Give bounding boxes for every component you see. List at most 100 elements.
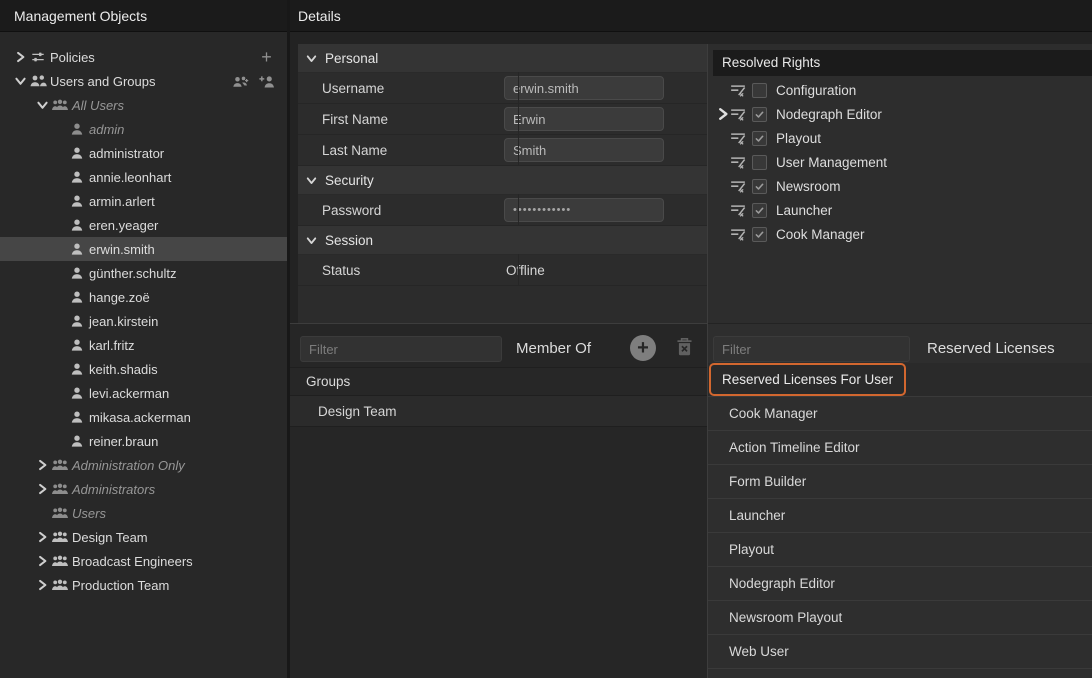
- license-row-web-user[interactable]: Web User: [708, 635, 1092, 669]
- right-checkbox[interactable]: [752, 179, 767, 194]
- management-objects-header: Management Objects: [0, 0, 287, 32]
- tree-item-hange-zo-[interactable]: hange.zoë: [0, 285, 287, 309]
- tree-item-annie-leonhart[interactable]: annie.leonhart: [0, 165, 287, 189]
- tree-item-label: Production Team: [72, 578, 169, 593]
- password-input[interactable]: [504, 198, 664, 222]
- chevron-spacer: [716, 205, 730, 216]
- license-row-action-timeline-editor[interactable]: Action Timeline Editor: [708, 431, 1092, 465]
- chevron-spacer: [34, 507, 51, 519]
- rights-item-newsroom[interactable]: Newsroom: [708, 174, 1092, 198]
- groups-filter-input[interactable]: [300, 336, 502, 362]
- tree-item-design-team[interactable]: Design Team: [0, 525, 287, 549]
- tree-item-administrator[interactable]: administrator: [0, 141, 287, 165]
- right-checkbox[interactable]: [752, 155, 767, 170]
- tree-item-karl-fritz[interactable]: karl.fritz: [0, 333, 287, 357]
- reserved-licenses-title: Reserved Licenses: [927, 336, 1055, 362]
- section-header-session[interactable]: Session: [298, 226, 707, 255]
- license-row-nodegraph-editor[interactable]: Nodegraph Editor: [708, 567, 1092, 601]
- add-member-button[interactable]: +: [630, 335, 656, 361]
- reserved-licenses-panel: Reserved Licenses Reserved Licenses For …: [708, 324, 1092, 678]
- rights-item-nodegraph-editor[interactable]: Nodegraph Editor: [708, 102, 1092, 126]
- group-icon: [51, 578, 69, 592]
- rights-item-launcher[interactable]: Launcher: [708, 198, 1092, 222]
- tree-item-admin[interactable]: admin: [0, 117, 287, 141]
- resolved-rights-panel: Resolved Rights ConfigurationNodegraph E…: [708, 44, 1092, 323]
- tree-item-administrators[interactable]: Administrators: [0, 477, 287, 501]
- tree-item-label: eren.yeager: [89, 218, 158, 233]
- rights-item-cook-manager[interactable]: Cook Manager: [708, 222, 1092, 246]
- chevron-right-icon[interactable]: [34, 531, 51, 543]
- chevron-right-icon[interactable]: [716, 109, 730, 120]
- tree-item-broadcast-engineers[interactable]: Broadcast Engineers: [0, 549, 287, 573]
- tree-item-policies[interactable]: Policies+: [0, 45, 287, 69]
- tree-item-all-users[interactable]: All Users: [0, 93, 287, 117]
- tree-item-administration-only[interactable]: Administration Only: [0, 453, 287, 477]
- plus-icon[interactable]: +: [258, 50, 275, 65]
- right-checkbox[interactable]: [752, 131, 767, 146]
- policies-icon: [29, 50, 47, 64]
- rights-filter-icon: [730, 179, 746, 193]
- tree-item-eren-yeager[interactable]: eren.yeager: [0, 213, 287, 237]
- groups-column-header: Groups: [290, 367, 707, 396]
- tree-item-production-team[interactable]: Production Team: [0, 573, 287, 597]
- chevron-right-icon[interactable]: [34, 483, 51, 495]
- tree-item-label: erwin.smith: [89, 242, 155, 257]
- license-row-cook-manager[interactable]: Cook Manager: [708, 397, 1092, 431]
- section-header-security[interactable]: Security: [298, 166, 707, 195]
- tree-item-users-and-groups[interactable]: Users and Groups: [0, 69, 287, 93]
- chevron-right-icon[interactable]: [12, 51, 29, 63]
- rights-item-playout[interactable]: Playout: [708, 126, 1092, 150]
- right-checkbox[interactable]: [752, 83, 767, 98]
- tree-item-jean-kirstein[interactable]: jean.kirstein: [0, 309, 287, 333]
- license-row-newsroom-playout[interactable]: Newsroom Playout: [708, 601, 1092, 635]
- reserved-licenses-for-user-header[interactable]: Reserved Licenses For User: [709, 363, 906, 396]
- chevron-down-icon[interactable]: [34, 99, 51, 111]
- section-header-personal[interactable]: Personal: [298, 44, 707, 73]
- tree-item-reiner-braun[interactable]: reiner.braun: [0, 429, 287, 453]
- right-checkbox[interactable]: [752, 107, 767, 122]
- users-and-groups-icon: [29, 74, 47, 88]
- license-row-playout[interactable]: Playout: [708, 533, 1092, 567]
- form-row-username: Username: [298, 73, 707, 104]
- rights-filter-icon: [730, 203, 746, 217]
- tree-item-g-nther-schultz[interactable]: günther.schultz: [0, 261, 287, 285]
- management-objects-title: Management Objects: [14, 8, 147, 24]
- chevron-right-icon[interactable]: [34, 579, 51, 591]
- remove-member-button[interactable]: [676, 337, 693, 356]
- right-label: Newsroom: [776, 179, 841, 194]
- tree-item-label: Administration Only: [72, 458, 185, 473]
- user-details-form: Personal Username First Name Last Name S…: [298, 44, 707, 323]
- chevron-spacer: [716, 229, 730, 240]
- license-row-launcher[interactable]: Launcher: [708, 499, 1092, 533]
- licenses-filter-input[interactable]: [713, 336, 910, 362]
- first-name-input[interactable]: [504, 107, 664, 131]
- tree-item-label: keith.shadis: [89, 362, 158, 377]
- right-checkbox[interactable]: [752, 203, 767, 218]
- rights-item-user-management[interactable]: User Management: [708, 150, 1092, 174]
- user-icon: [68, 434, 86, 448]
- management-objects-panel: Management Objects Policies+ Users and Gr…: [0, 0, 287, 678]
- tree-item-label: günther.schultz: [89, 266, 176, 281]
- tree-item-levi-ackerman[interactable]: levi.ackerman: [0, 381, 287, 405]
- username-input[interactable]: [504, 76, 664, 100]
- tree-item-label: Users and Groups: [50, 74, 156, 89]
- tree-item-users[interactable]: Users: [0, 501, 287, 525]
- tree-item-label: hange.zoë: [89, 290, 150, 305]
- right-checkbox[interactable]: [752, 227, 767, 242]
- add-group-icon[interactable]: [232, 74, 249, 89]
- resolved-rights-list: ConfigurationNodegraph EditorPlayoutUser…: [708, 78, 1092, 246]
- chevron-down-icon: [306, 53, 317, 64]
- rights-filter-icon: [730, 83, 746, 97]
- rights-item-configuration[interactable]: Configuration: [708, 78, 1092, 102]
- chevron-down-icon[interactable]: [12, 75, 29, 87]
- add-user-icon[interactable]: [258, 74, 275, 89]
- tree-item-erwin-smith[interactable]: erwin.smith: [0, 237, 287, 261]
- tree-item-armin-arlert[interactable]: armin.arlert: [0, 189, 287, 213]
- chevron-right-icon[interactable]: [34, 555, 51, 567]
- tree-item-mikasa-ackerman[interactable]: mikasa.ackerman: [0, 405, 287, 429]
- license-row-form-builder[interactable]: Form Builder: [708, 465, 1092, 499]
- chevron-right-icon[interactable]: [34, 459, 51, 471]
- group-row-design-team[interactable]: Design Team: [290, 396, 707, 427]
- tree-item-keith-shadis[interactable]: keith.shadis: [0, 357, 287, 381]
- last-name-input[interactable]: [504, 138, 664, 162]
